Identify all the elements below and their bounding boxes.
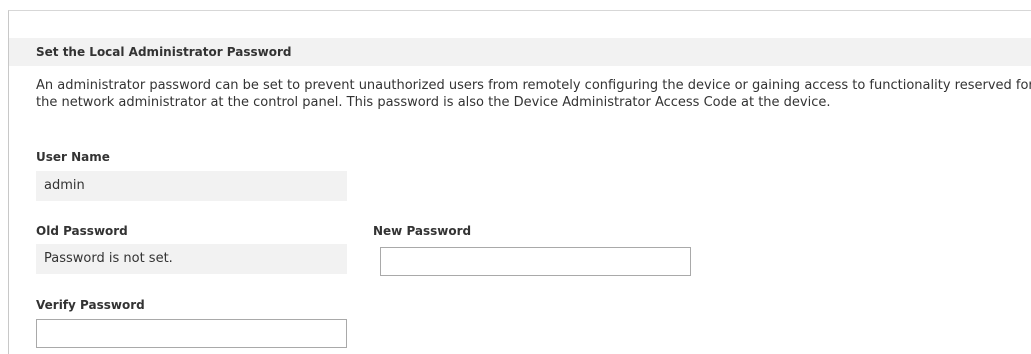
new-password-label: New Password [373,224,472,238]
section-title: Set the Local Administrator Password [9,38,1031,66]
section-description: An administrator password can be set to … [36,78,1031,110]
new-password-input[interactable] [380,247,691,276]
admin-password-panel: Set the Local Administrator Password An … [8,10,1031,354]
user-name-label: User Name [36,150,110,164]
user-name-value: admin [36,171,347,201]
verify-password-label: Verify Password [36,298,145,312]
old-password-label: Old Password [36,224,128,238]
verify-password-input[interactable] [36,319,347,348]
old-password-value: Password is not set. [36,244,347,274]
